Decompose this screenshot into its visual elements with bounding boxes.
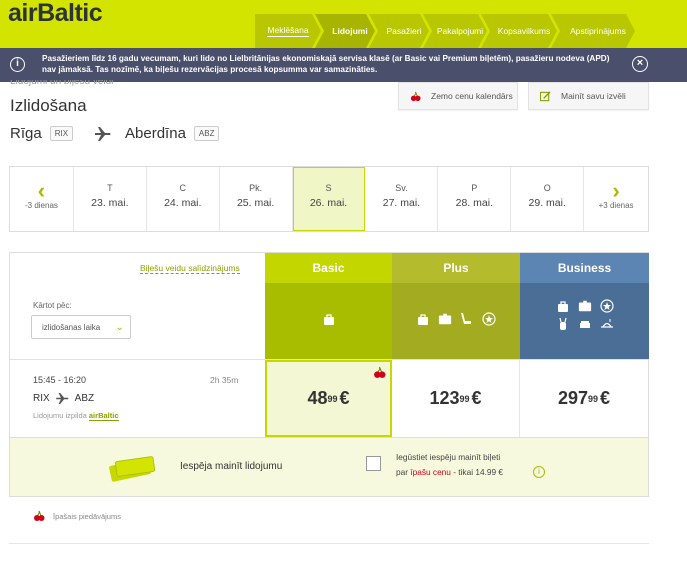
date-option[interactable]: Sv. 27. mai. (365, 167, 439, 231)
bottom-divider (9, 543, 649, 544)
ticket-icon (109, 456, 156, 482)
airbaltic-logo[interactable]: airBaltic (8, 0, 103, 26)
star-icon (482, 312, 496, 326)
fare-column-plus[interactable]: Plus (392, 253, 520, 359)
date-selector: ‹ -3 dienas T 23. mai. C 24. mai. Pk. 25. m… (9, 166, 649, 232)
date-option[interactable]: C 24. mai. (147, 167, 220, 231)
info-icon[interactable]: i (533, 466, 545, 478)
step-summary: Kopsavilkums (481, 14, 557, 48)
step-search[interactable]: Meklēšana (255, 14, 321, 48)
low-fare-calendar-button[interactable]: Zemo cenu kalendārs (398, 82, 518, 110)
flight-leg: RIX ABZ (33, 393, 95, 404)
meal-icon (600, 319, 613, 328)
upgrade-description: Iegūstiet iespēju mainīt biļeti par īpaš… (396, 452, 504, 477)
direction-title: Izlidošana (10, 96, 87, 115)
golf-bag-icon (558, 317, 567, 330)
date-option-selected[interactable]: S 26. mai. (292, 167, 366, 231)
edit-icon (540, 90, 551, 101)
lounge-chair-icon (579, 321, 590, 328)
date-option[interactable]: Pk. 25. mai. (220, 167, 293, 231)
fare-table: Biļešu veidu salīdzinājums Basic Plus Bu… (9, 252, 649, 497)
sort-label: Kārtot pēc: (33, 301, 72, 310)
bag-icon (557, 301, 568, 312)
origin-city: Rīga (10, 125, 42, 142)
fare-column-basic[interactable]: Basic (265, 253, 392, 359)
chevron-right-icon: › (612, 178, 620, 203)
plane-icon (95, 126, 111, 141)
next-days-button[interactable]: › +3 dienas (584, 167, 648, 231)
top-header: airBaltic Meklēšana Lidojumi Pasažieri P… (0, 0, 687, 48)
step-services: Pakalpojumi (423, 14, 487, 48)
step-flights: Lidojumi (315, 14, 375, 48)
section-title-hidden: Lidojumi un biļešu veidi (10, 80, 114, 86)
plane-icon (55, 393, 69, 404)
date-option[interactable]: P 28. mai. (438, 167, 512, 231)
special-offer-legend: Īpašais piedāvājums (33, 510, 121, 522)
destination-code: ABZ (193, 126, 220, 141)
price-basic[interactable]: 48 99 € (265, 360, 392, 437)
seat-icon (461, 313, 471, 324)
step-confirmation: Apstiprinājums (551, 14, 635, 48)
change-selection-button[interactable]: Mainīt savu izvēli (528, 82, 649, 110)
price-business[interactable]: 297 99 € (520, 360, 648, 437)
suitcase-icon (438, 313, 452, 325)
date-option[interactable]: O 29. mai. (511, 167, 585, 231)
upgrade-checkbox[interactable] (366, 456, 381, 471)
flight-time: 15:45 - 16:20 (33, 375, 87, 385)
close-icon[interactable]: × (632, 56, 648, 72)
chevron-left-icon: ‹ (37, 178, 46, 203)
route: Rīga RIX Aberdīna ABZ (10, 125, 220, 142)
fare-compare-link[interactable]: Biļešu veidu salīdzinājums (140, 263, 240, 274)
star-icon (599, 299, 614, 313)
notification-text: Pasažieriem līdz 16 gadu vecumam, kuri l… (42, 54, 610, 74)
cherry-icon (34, 510, 45, 521)
destination-city: Aberdīna (125, 125, 186, 142)
operated-by: Lidojumu izpilda airBaltic (33, 411, 119, 421)
chevron-down-icon: ⌄ (115, 322, 124, 333)
cherry-icon (410, 91, 421, 101)
notification-bar: i Pasažieriem līdz 16 gadu vecumam, kuri… (0, 48, 687, 82)
sort-select[interactable]: izlidošanas laika ⌄ (31, 315, 131, 339)
upgrade-title: Iespēja mainīt lidojumu (180, 461, 283, 472)
origin-code: RIX (49, 126, 74, 141)
operator-link[interactable]: airBaltic (88, 411, 119, 421)
booking-steps: Meklēšana Lidojumi Pasažieri Pakalpojumi… (255, 14, 635, 48)
prev-days-button[interactable]: ‹ -3 dienas (10, 167, 74, 231)
flight-duration: 2h 35m (210, 375, 239, 385)
info-icon: i (10, 57, 25, 72)
bag-icon (323, 314, 334, 325)
flex-upgrade-row: Iespēja mainīt lidojumu Iegūstiet iespēj… (10, 437, 648, 496)
bag-icon (418, 314, 428, 325)
cherry-icon (374, 366, 386, 378)
price-plus[interactable]: 123 99 € (392, 360, 520, 437)
date-option[interactable]: T 23. mai. (74, 167, 147, 231)
suitcase-icon (578, 300, 591, 312)
step-passengers: Pasažieri (369, 14, 429, 48)
fare-column-business[interactable]: Business (520, 253, 649, 359)
